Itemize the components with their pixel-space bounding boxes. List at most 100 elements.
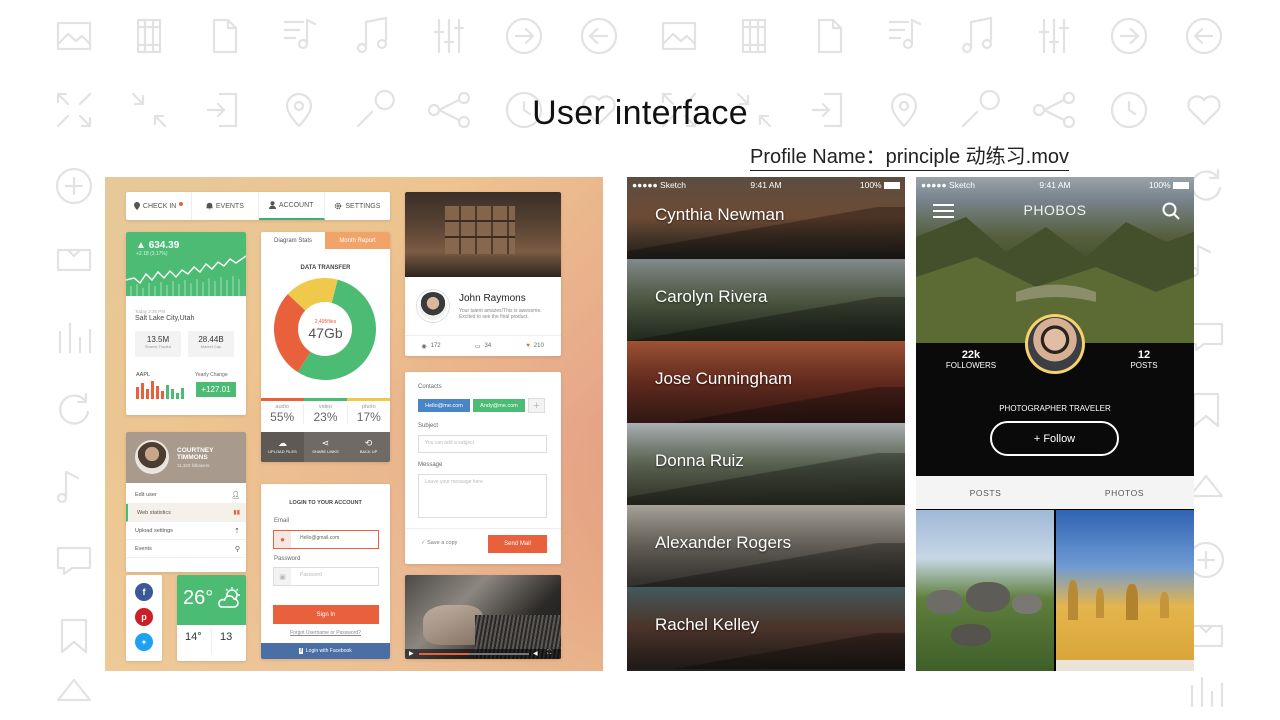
menu-item-edit-user[interactable]: Edit user 👤︎ xyxy=(126,486,246,504)
likes-button[interactable]: ♥ 210 xyxy=(509,336,561,356)
subject-label: Subject xyxy=(418,423,439,429)
top-nav-bar: CHECK IN EVENTS ACCOUNT SETTINGS xyxy=(126,192,390,220)
message-textarea[interactable]: Leave your message here xyxy=(418,474,547,518)
subject-input[interactable]: You can add a subject xyxy=(418,435,547,453)
check-icon: ✓ xyxy=(421,540,426,546)
background-outline-icon xyxy=(56,470,80,504)
tab-month-report[interactable]: Month Report xyxy=(325,232,390,249)
background-outline-icon xyxy=(56,248,92,272)
person-row[interactable]: Donna Ruiz xyxy=(627,423,905,505)
background-outline-icon xyxy=(433,18,465,54)
forgot-password-link[interactable]: Forgot Username or Password? xyxy=(261,630,390,636)
contact-chip[interactable]: Andy@me.com xyxy=(473,399,525,412)
app-title: PHOBOS xyxy=(1023,202,1087,218)
background-outline-icon xyxy=(56,546,92,576)
background-outline-icon xyxy=(59,392,90,425)
grid-photo[interactable] xyxy=(1056,510,1194,671)
comment-icon: ▭ xyxy=(474,343,481,350)
login-card: LOGIN TO YOUR ACCOUNT Email Hello@gmail.… xyxy=(261,484,390,659)
comments-button[interactable]: ▭ 34 xyxy=(457,336,509,356)
high-temp: 14° xyxy=(185,631,202,643)
stock-ticker: AAPL xyxy=(136,372,151,378)
person-row[interactable]: Carolyn Rivera xyxy=(627,259,905,341)
person-name: Jose Cunningham xyxy=(655,369,793,388)
battery: 100% xyxy=(860,180,900,190)
background-outline-icon xyxy=(136,18,162,54)
send-mail-button[interactable]: Send Mail xyxy=(488,535,547,553)
lock-icon: ▣ xyxy=(274,568,291,585)
fullscreen-icon[interactable]: ⛶ xyxy=(547,650,551,657)
stock-mini-bars xyxy=(136,381,184,399)
tab-photos[interactable]: PHOTOS xyxy=(1055,476,1194,509)
profile-name: John Raymons xyxy=(459,293,526,304)
person-row[interactable]: Rachel Kelley xyxy=(627,587,905,669)
gear-icon xyxy=(335,202,342,210)
status-bar: ●●●●● Sketch 9:41 AM 100% xyxy=(916,177,1194,193)
tab-diagram-stats[interactable]: Diagram Stats xyxy=(261,232,325,249)
page-title: User interface xyxy=(532,94,748,132)
person-row[interactable]: Jose Cunningham xyxy=(627,341,905,423)
nav-tab-events[interactable]: EVENTS xyxy=(192,192,259,220)
person-name: Donna Ruiz xyxy=(655,451,744,470)
breakdown-row: audio 55% video 23% photo 17% xyxy=(261,404,390,424)
follow-button[interactable]: + Follow xyxy=(990,421,1119,456)
user-photo-card: John Raymons Your talent amazes!This is … xyxy=(405,192,561,356)
breakdown-photo: photo 17% xyxy=(356,404,381,424)
background-outline-icon xyxy=(1038,18,1070,54)
twitter-icon[interactable]: ✦ xyxy=(135,633,153,651)
search-icon[interactable] xyxy=(1162,202,1180,220)
tab-posts[interactable]: POSTS xyxy=(916,476,1055,509)
pin-icon xyxy=(133,202,140,210)
menu-item-events[interactable]: Events ⚲ xyxy=(126,540,246,558)
person-row[interactable]: Alexander Rogers xyxy=(627,505,905,587)
menu-item-upload-settings[interactable]: Upload settings ⇡ xyxy=(126,522,246,540)
message-label: Message xyxy=(418,462,443,468)
background-outline-icon xyxy=(817,18,843,54)
nav-tab-label: ACCOUNT xyxy=(278,201,314,209)
background-outline-icon xyxy=(1110,17,1148,55)
add-contact-button[interactable]: + xyxy=(528,398,545,413)
user-icon: 👤︎ xyxy=(231,491,240,499)
upload-files-button[interactable]: ☁ UPLOAD FILES xyxy=(261,432,304,462)
facebook-icon[interactable]: f xyxy=(135,583,153,601)
views-button[interactable]: ◉ 172 xyxy=(405,336,457,356)
play-icon[interactable]: ▶ xyxy=(409,650,414,657)
facebook-login-button[interactable]: f Login with Facebook xyxy=(261,643,390,659)
contact-chip[interactable]: Hello@me.com xyxy=(418,399,470,412)
sign-in-button[interactable]: Sign In xyxy=(273,605,379,624)
bell-icon xyxy=(205,202,213,210)
pinterest-icon[interactable]: p xyxy=(135,608,153,626)
background-outline-icon xyxy=(1188,474,1224,498)
save-copy-checkbox[interactable]: ✓ Save a copy xyxy=(421,540,457,546)
stock-chart-header: ▲ 634.39 +2.18 (3.17%) xyxy=(126,232,246,296)
profile-name: COURTNEY TIMMONS xyxy=(177,447,214,461)
menu-item-web-statistics[interactable]: Web statistics ▮▮ xyxy=(126,504,246,522)
nav-tab-account[interactable]: ACCOUNT xyxy=(258,192,325,220)
data-transfer-title: DATA TRANSFER xyxy=(300,265,351,271)
history-icon: ⟲ xyxy=(364,438,373,448)
battery-icon xyxy=(1173,182,1189,189)
phone-people-list: ●●●●● Sketch 9:41 AM 100% Cynthia Newman… xyxy=(627,177,905,671)
pin-icon: ⚲ xyxy=(234,545,240,553)
profile-menu-card: COURTNEY TIMMONS 11,323 followers Edit u… xyxy=(126,432,246,572)
posts-stat: 12 POSTS xyxy=(1130,349,1158,370)
email-label: Email xyxy=(274,518,290,524)
grid-photo[interactable] xyxy=(916,510,1054,671)
partly-sunny-icon xyxy=(218,587,240,608)
background-outline-icon xyxy=(1188,624,1224,648)
avatar xyxy=(135,440,169,474)
back-up-button[interactable]: ⟲ BACK UP xyxy=(347,432,390,462)
nav-tab-label: EVENTS xyxy=(215,202,244,210)
background-outline-icon xyxy=(505,17,543,55)
video-frame xyxy=(405,575,561,659)
nav-tab-settings[interactable]: SETTINGS xyxy=(325,192,390,220)
person-name: Carolyn Rivera xyxy=(655,287,768,306)
user-icon: ● xyxy=(274,531,291,548)
volume-icon[interactable]: ◀ xyxy=(533,650,538,657)
battery: 100% xyxy=(1149,180,1189,190)
nav-tab-check-in[interactable]: CHECK IN xyxy=(126,192,193,220)
video-progress[interactable] xyxy=(419,653,529,655)
share-links-button[interactable]: ⋖ SHARE LINKS xyxy=(304,432,347,462)
weather-card: 26° 14° 13 xyxy=(177,575,246,661)
phone-profile-screen: ●●●●● Sketch 9:41 AM 100% PHOBOS 22k FOL… xyxy=(916,177,1194,671)
